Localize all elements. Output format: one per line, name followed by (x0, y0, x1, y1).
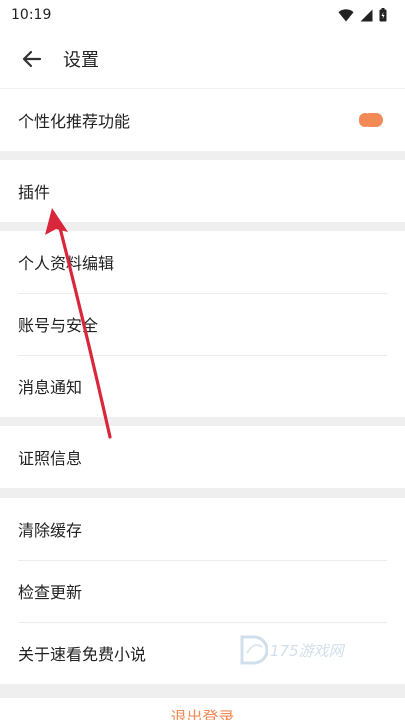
section-divider (0, 151, 405, 160)
settings-item-label: 个性化推荐功能 (18, 112, 131, 131)
settings-item-label: 插件 (18, 183, 51, 202)
settings-item-check-update[interactable]: 检查更新 (0, 560, 405, 622)
section-divider (0, 684, 405, 698)
app-bar: 设置 (0, 30, 405, 88)
settings-item-license[interactable]: 证照信息 (0, 426, 405, 488)
wifi-icon (338, 8, 354, 21)
settings-item-label: 账号与安全 (18, 316, 99, 335)
logout-button[interactable]: 退出登录 (0, 700, 405, 720)
group-account: 个人资料编辑 账号与安全 消息通知 (0, 231, 405, 417)
group-personalization: 个性化推荐功能 (0, 89, 405, 151)
settings-item-label: 消息通知 (18, 378, 83, 397)
settings-item-clear-cache[interactable]: 清除缓存 (0, 498, 405, 560)
status-time: 10:19 (11, 7, 52, 23)
signal-icon (360, 9, 373, 21)
group-plugins: 插件 (0, 160, 405, 222)
watermark-logo-icon (240, 635, 268, 665)
settings-item-label: 关于速看免费小说 (18, 645, 147, 664)
settings-item-notifications[interactable]: 消息通知 (0, 355, 405, 417)
back-button[interactable] (18, 45, 46, 73)
settings-item-profile[interactable]: 个人资料编辑 (0, 231, 405, 293)
recommend-toggle[interactable] (359, 113, 383, 127)
settings-item-recommend[interactable]: 个性化推荐功能 (0, 89, 405, 151)
page-title: 设置 (63, 50, 99, 71)
settings-item-label: 个人资料编辑 (18, 254, 115, 273)
settings-item-label: 检查更新 (18, 583, 83, 602)
status-icons (338, 8, 387, 22)
settings-item-label: 清除缓存 (18, 521, 83, 540)
status-bar: 10:19 (0, 0, 405, 30)
section-divider (0, 417, 405, 426)
settings-item-label: 证照信息 (18, 449, 83, 468)
watermark: 175游戏网 (238, 628, 358, 672)
back-arrow-icon (22, 50, 42, 68)
settings-item-plugins[interactable]: 插件 (0, 160, 405, 222)
section-divider (0, 488, 405, 498)
section-divider (0, 222, 405, 231)
battery-icon (379, 8, 387, 22)
watermark-text: 175游戏网 (270, 641, 344, 660)
settings-item-security[interactable]: 账号与安全 (0, 293, 405, 355)
group-license: 证照信息 (0, 426, 405, 488)
